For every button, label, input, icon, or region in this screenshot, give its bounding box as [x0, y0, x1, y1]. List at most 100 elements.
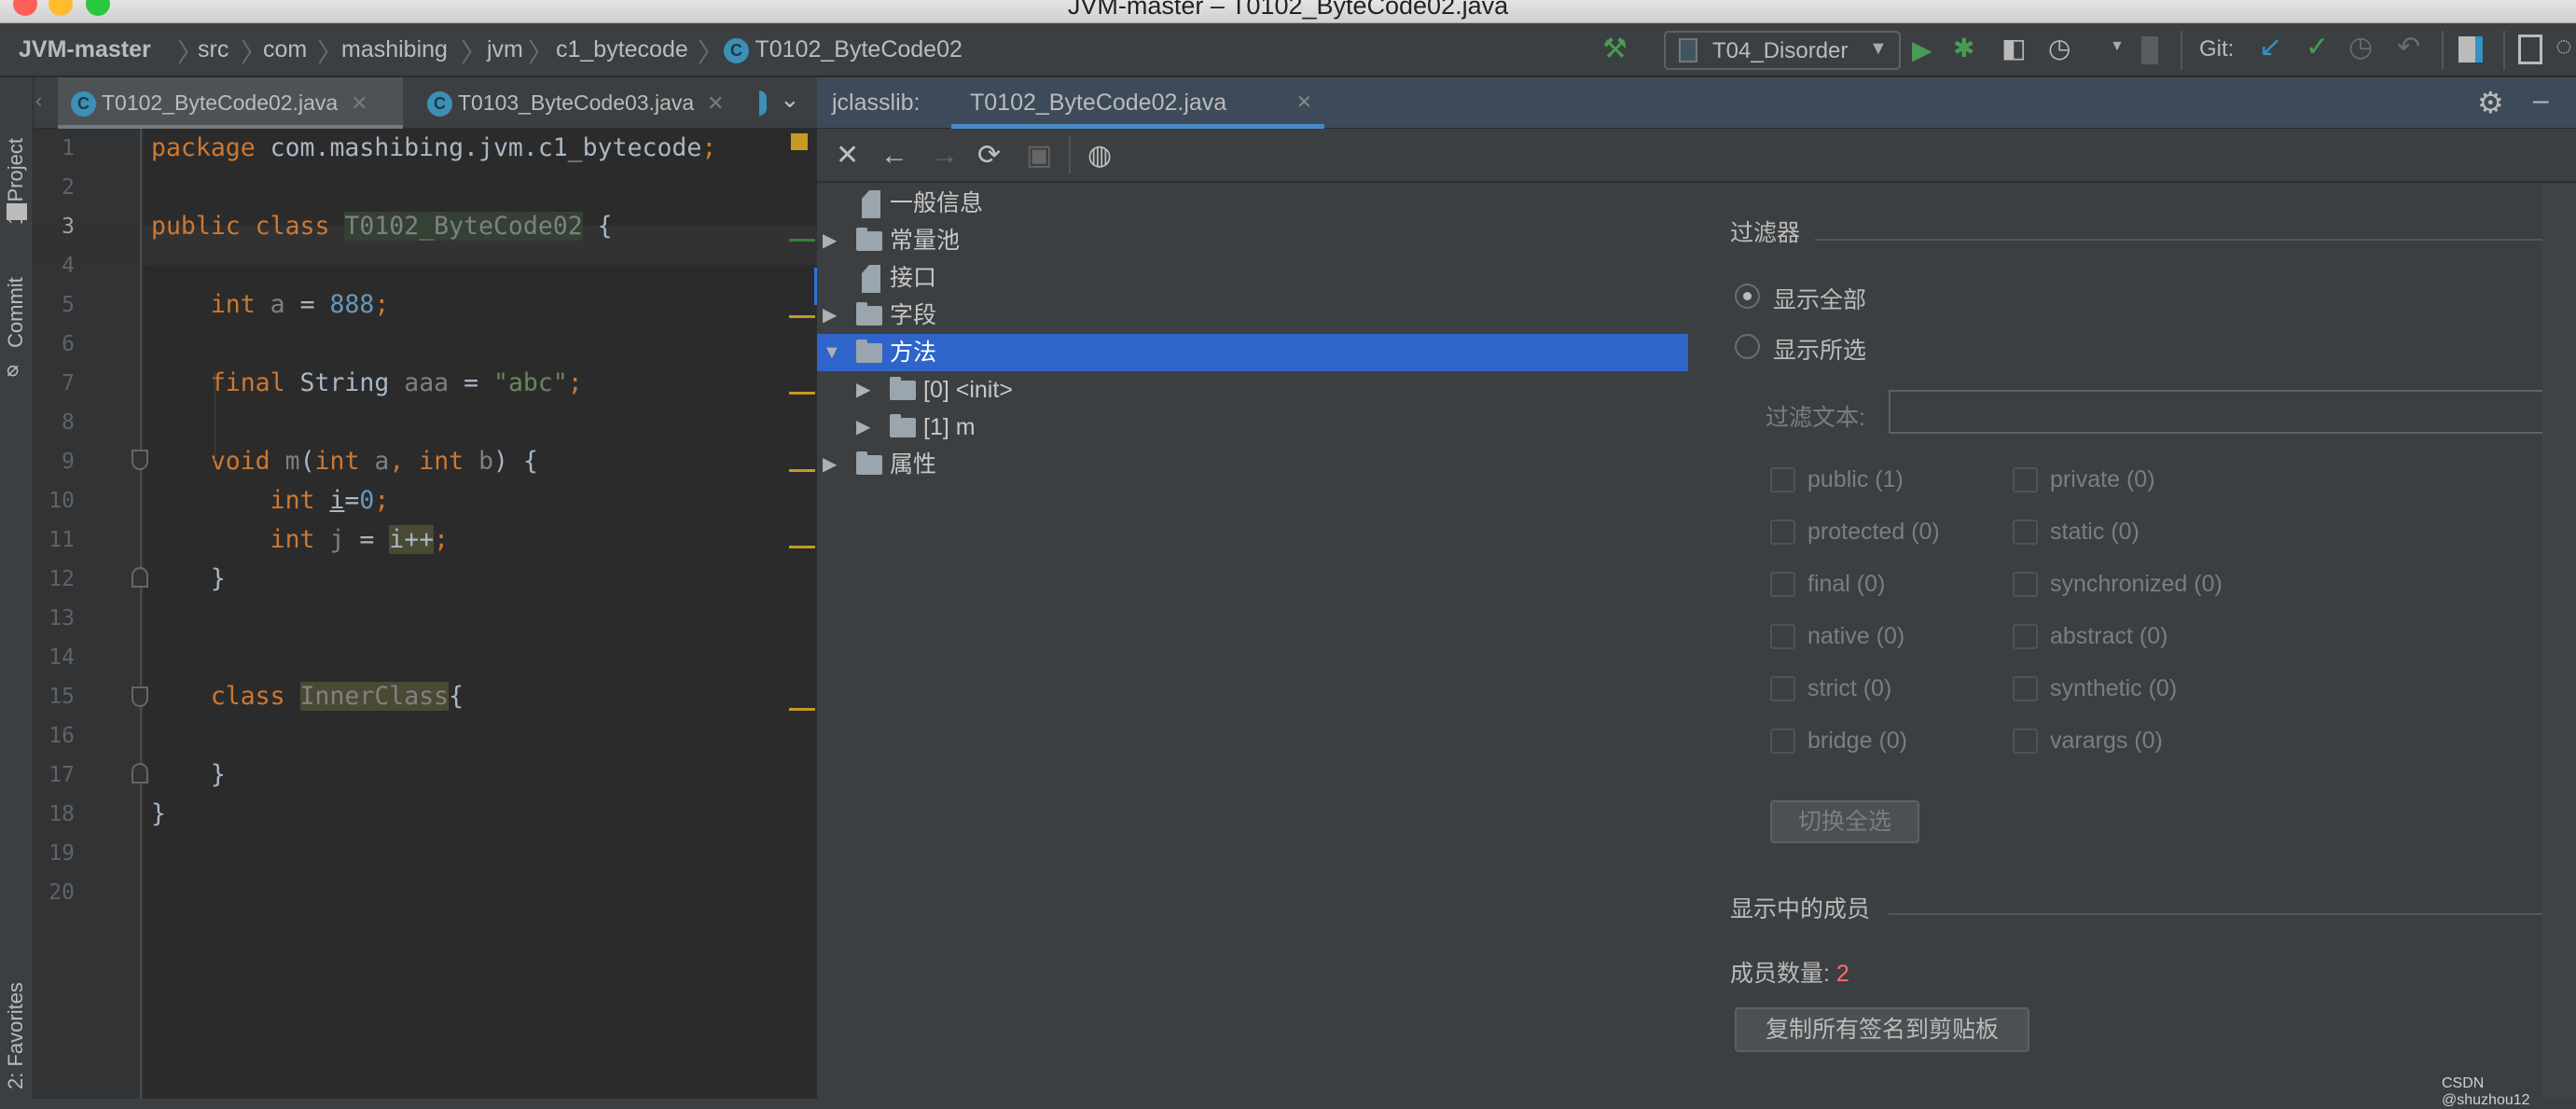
breadcrumb-separator: 〉	[317, 38, 344, 67]
favorites-tool-tab[interactable]: 2: Favorites	[4, 982, 28, 1089]
modifier-checkbox[interactable]	[2013, 624, 2038, 649]
warning-marker-icon[interactable]	[791, 133, 808, 150]
left-tool-strip: 1: Project Commit ⌀ 2: Favorites	[0, 77, 34, 1099]
run-icon[interactable]: ▶	[1912, 35, 1932, 65]
collapsed-arrow-icon[interactable]: ▶	[856, 409, 870, 446]
error-stripe-marker[interactable]	[789, 392, 815, 395]
build-hammer-icon[interactable]: ⚒	[1602, 33, 1627, 65]
git-update-icon[interactable]: ↙	[2259, 31, 2282, 63]
tree-node[interactable]: ▶ 常量池	[817, 222, 1688, 259]
breadcrumb-jvm[interactable]: jvm	[487, 36, 523, 63]
breadcrumb-com[interactable]: com	[263, 36, 307, 63]
code-editor[interactable]	[144, 129, 817, 1099]
stop-icon[interactable]	[2141, 36, 2158, 64]
show-selected-radio[interactable]	[1735, 334, 1760, 359]
error-stripe-marker[interactable]	[789, 546, 815, 548]
run-anything-icon[interactable]	[2518, 35, 2542, 64]
show-all-radio[interactable]	[1735, 284, 1760, 309]
toggle-all-button[interactable]: 切换全选	[1770, 800, 1919, 843]
fold-icon[interactable]	[132, 686, 148, 707]
history-icon[interactable]: ◷	[2348, 31, 2373, 63]
tree-node[interactable]: ▶ 属性	[817, 446, 1688, 483]
close-tab-icon[interactable]: ✕	[707, 91, 724, 115]
tab-t0103[interactable]: C T0103_ByteCode03.java ✕	[414, 77, 759, 129]
collapsed-arrow-icon[interactable]: ▶	[823, 222, 837, 259]
collapsed-arrow-icon[interactable]: ▶	[823, 297, 837, 334]
gear-icon[interactable]: ⚙	[2477, 85, 2504, 120]
project-structure-icon[interactable]	[2458, 36, 2483, 62]
modifier-checkbox[interactable]	[1770, 624, 1795, 649]
modifier-checkbox-label: varargs (0)	[2050, 728, 2163, 754]
error-stripe-marker[interactable]	[789, 239, 815, 242]
modifier-checkbox-label: synchronized (0)	[2050, 571, 2223, 597]
breadcrumb-project[interactable]: JVM-master	[19, 36, 151, 63]
fold-icon[interactable]	[132, 567, 148, 588]
modifier-checkbox[interactable]	[1770, 572, 1795, 597]
close-tab-icon[interactable]: ✕	[351, 91, 367, 115]
copy-signatures-button[interactable]: 复制所有签名到剪贴板	[1735, 1007, 2029, 1052]
modifier-checkbox[interactable]	[1770, 520, 1795, 545]
coverage-icon[interactable]: ◧	[2001, 33, 2026, 63]
modifier-checkbox[interactable]	[2013, 467, 2038, 492]
tree-node-label: 字段	[890, 302, 937, 328]
code-token: =	[284, 290, 330, 319]
modifier-checkbox[interactable]	[2013, 728, 2038, 754]
error-stripe-marker[interactable]	[789, 708, 815, 711]
tree-node[interactable]: 一般信息	[817, 185, 1688, 222]
code-token: ) {	[493, 447, 538, 476]
tree-node[interactable]: ▶ 字段	[817, 297, 1688, 334]
run-config-dropdown[interactable]: T04_Disorder ▼	[1664, 31, 1901, 70]
error-stripe-marker[interactable]	[789, 469, 815, 472]
close-tab-icon[interactable]: ✕	[1296, 90, 1312, 114]
modifier-checkbox[interactable]	[2013, 676, 2038, 701]
scroll-left-icon[interactable]: ‹	[35, 89, 42, 113]
git-commit-check-icon[interactable]: ✓	[2306, 31, 2329, 63]
search-icon[interactable]: ◌	[2555, 31, 2572, 62]
globe-icon[interactable]: ◍	[1087, 138, 1112, 173]
toolbar-separator	[1069, 136, 1071, 173]
refresh-icon[interactable]: ⟳	[977, 138, 1001, 173]
profile-icon[interactable]: ◷	[2048, 33, 2070, 63]
code-token: a	[374, 447, 390, 476]
tab-jclasslib-t0102[interactable]: T0102_ByteCode02.java ✕	[951, 77, 1324, 129]
code-line: class InnerClass{	[151, 677, 464, 716]
modifier-checkbox[interactable]	[1770, 676, 1795, 701]
code-token: T0102_ByteCode02	[344, 212, 583, 241]
tab-t0102[interactable]: C T0102_ByteCode02.java ✕	[58, 77, 403, 129]
filter-text-input[interactable]	[1889, 390, 2558, 434]
collapsed-arrow-icon[interactable]: ▶	[856, 371, 870, 409]
error-stripe-marker[interactable]	[789, 315, 815, 318]
tree-node[interactable]: ▶ [1] m	[817, 409, 1688, 446]
line-number: 2	[62, 175, 75, 200]
modifier-checkbox[interactable]	[1770, 467, 1795, 492]
watermark: CSDN @shuzhou12	[2442, 1075, 2530, 1108]
tree-node[interactable]: 接口	[817, 259, 1688, 297]
commit-tool-tab[interactable]: Commit	[4, 277, 28, 348]
back-arrow-icon[interactable]: ←	[880, 138, 908, 173]
tree-node-label: 属性	[890, 451, 937, 478]
expanded-arrow-icon[interactable]: ▼	[823, 334, 841, 371]
breadcrumb-class[interactable]: C T0102_ByteCode02	[724, 36, 963, 63]
minimize-icon[interactable]: –	[2533, 85, 2549, 117]
fold-icon[interactable]	[132, 763, 148, 783]
modifier-checkbox[interactable]	[2013, 572, 2038, 597]
code-line: }	[151, 756, 226, 795]
breadcrumb-package[interactable]: c1_bytecode	[556, 36, 688, 63]
chevron-down-icon[interactable]: ⌄	[780, 85, 800, 114]
modifier-checkbox[interactable]	[2013, 520, 2038, 545]
class-icon	[759, 90, 767, 116]
tree-node[interactable]: ▼ 方法	[817, 334, 1688, 371]
tree-node[interactable]: ▶ [0] <init>	[817, 371, 1688, 409]
breadcrumb-mashibing[interactable]: mashibing	[341, 36, 448, 63]
line-number: 12	[48, 567, 75, 591]
collapsed-arrow-icon[interactable]: ▶	[823, 446, 837, 483]
tree-node-label: 接口	[890, 265, 937, 291]
revert-icon[interactable]: ↶	[2397, 31, 2420, 63]
fold-icon[interactable]	[132, 450, 148, 470]
debug-bug-icon[interactable]: ✱	[1953, 33, 1974, 63]
close-icon[interactable]: ✕	[836, 138, 859, 173]
chevron-down-icon[interactable]: ▼	[2110, 38, 2125, 55]
modifier-checkbox[interactable]	[1770, 728, 1795, 754]
breadcrumb-src[interactable]: src	[198, 36, 229, 63]
scrollbar[interactable]	[2542, 185, 2576, 1099]
